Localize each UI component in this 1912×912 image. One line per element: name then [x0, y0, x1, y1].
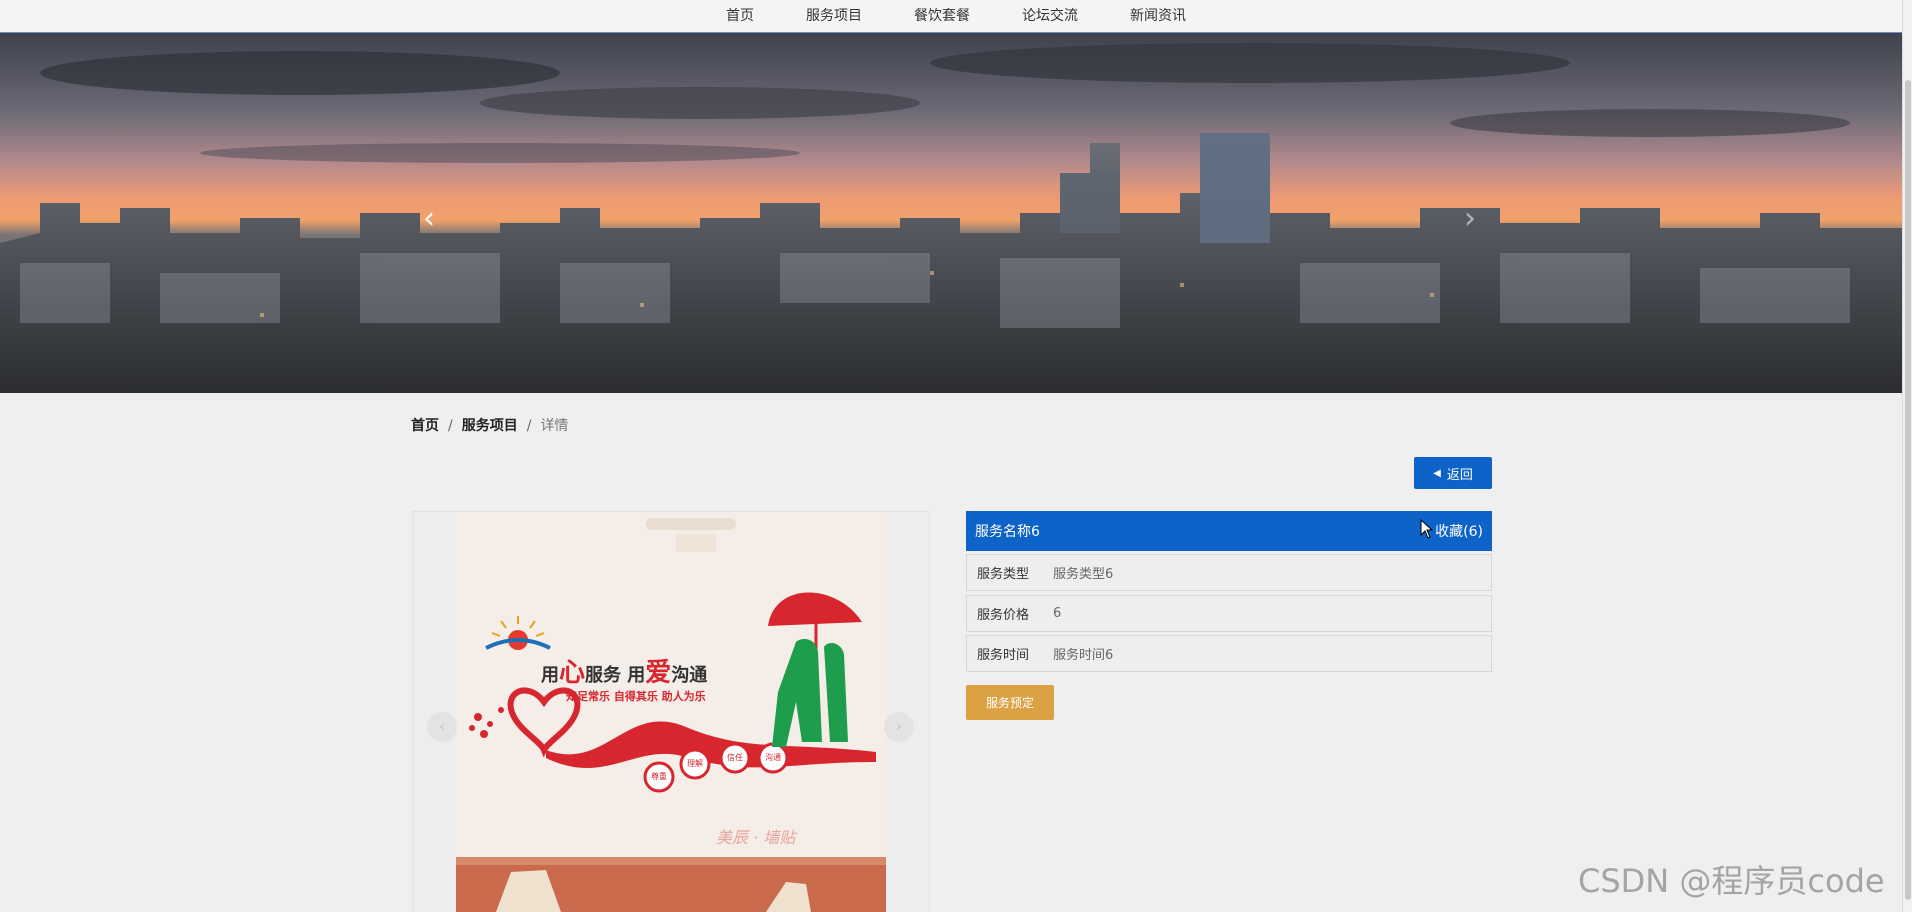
nav-item-news[interactable]: 新闻资讯 — [1104, 0, 1212, 32]
banner-carousel: ‹ › — [0, 33, 1902, 393]
nav-item-home[interactable]: 首页 — [700, 0, 780, 32]
poster-headline-a: 用 — [541, 665, 559, 686]
detail-row-type: 服务类型 服务类型6 — [966, 554, 1492, 591]
poster-headline-b: 心 — [559, 658, 586, 688]
scrollbar-thumb[interactable] — [1905, 80, 1911, 900]
favorite-button[interactable]: 收藏(6) — [1435, 521, 1483, 541]
poster-headline-e: 沟通 — [671, 665, 708, 686]
csdn-watermark: CSDN @程序员code — [1578, 862, 1885, 900]
poster-headline-d: 爱 — [645, 658, 672, 688]
breadcrumb-current: 详情 — [540, 418, 569, 434]
breadcrumb-separator: / — [526, 418, 532, 434]
service-title-bar: 服务名称6 收藏(6) — [966, 511, 1492, 551]
gallery-next-chevron-right-icon[interactable]: › — [884, 712, 914, 742]
detail-row-value: 6 — [1053, 606, 1062, 621]
back-button[interactable]: ◀ 返回 — [1414, 457, 1492, 489]
gallery-prev-chevron-left-icon[interactable]: ‹ — [427, 712, 457, 742]
detail-row-label: 服务类型 — [977, 567, 1030, 582]
breadcrumb-services[interactable]: 服务项目 — [462, 418, 518, 434]
mouse-cursor-icon — [1420, 519, 1434, 539]
poster-badge: 尊重 — [651, 772, 667, 781]
detail-row-label: 服务价格 — [977, 608, 1030, 623]
carousel-next-chevron-right-icon[interactable]: › — [1464, 201, 1476, 236]
detail-row-time: 服务时间 服务时间6 — [966, 635, 1492, 672]
poster-badge: 理解 — [687, 759, 703, 768]
carousel-prev-chevron-left-icon[interactable]: ‹ — [423, 201, 435, 236]
breadcrumb-separator: / — [448, 418, 453, 434]
nav-item-meal-packages[interactable]: 餐饮套餐 — [888, 0, 996, 32]
page-scrollbar[interactable] — [1902, 0, 1912, 912]
poster-headline-c: 服务 用 — [585, 665, 646, 686]
breadcrumb: 首页 / 服务项目 / 详情 — [411, 415, 568, 435]
detail-row-value: 服务类型6 — [1053, 567, 1114, 582]
nav-item-forum[interactable]: 论坛交流 — [996, 0, 1104, 32]
poster-badge: 信任 — [727, 753, 743, 762]
detail-row-value: 服务时间6 — [1053, 648, 1114, 663]
nav-item-services[interactable]: 服务项目 — [780, 0, 888, 32]
service-poster-image: 用心服务 用爱沟通 知足常乐 自得其乐 助人为乐 尊重 理解 信任 沟通 美辰 … — [456, 512, 886, 912]
detail-row-label: 服务时间 — [977, 648, 1030, 663]
poster-subline: 知足常乐 自得其乐 助人为乐 — [566, 690, 706, 703]
caret-left-icon: ◀ — [1433, 467, 1441, 479]
back-button-label: 返回 — [1446, 467, 1473, 483]
city-skyline-image — [0, 33, 1902, 393]
detail-row-price: 服务价格 6 — [966, 595, 1492, 632]
poster-headline: 用心服务 用爱沟通 — [541, 652, 707, 689]
top-nav: 首页 服务项目 餐饮套餐 论坛交流 新闻资讯 — [0, 0, 1912, 33]
poster-badge: 沟通 — [765, 753, 781, 762]
poster-brand-logo: 美辰 · 墙贴 — [716, 828, 796, 847]
book-service-button[interactable]: 服务预定 — [966, 685, 1054, 720]
breadcrumb-home[interactable]: 首页 — [411, 418, 439, 434]
service-title: 服务名称6 — [975, 524, 1040, 540]
